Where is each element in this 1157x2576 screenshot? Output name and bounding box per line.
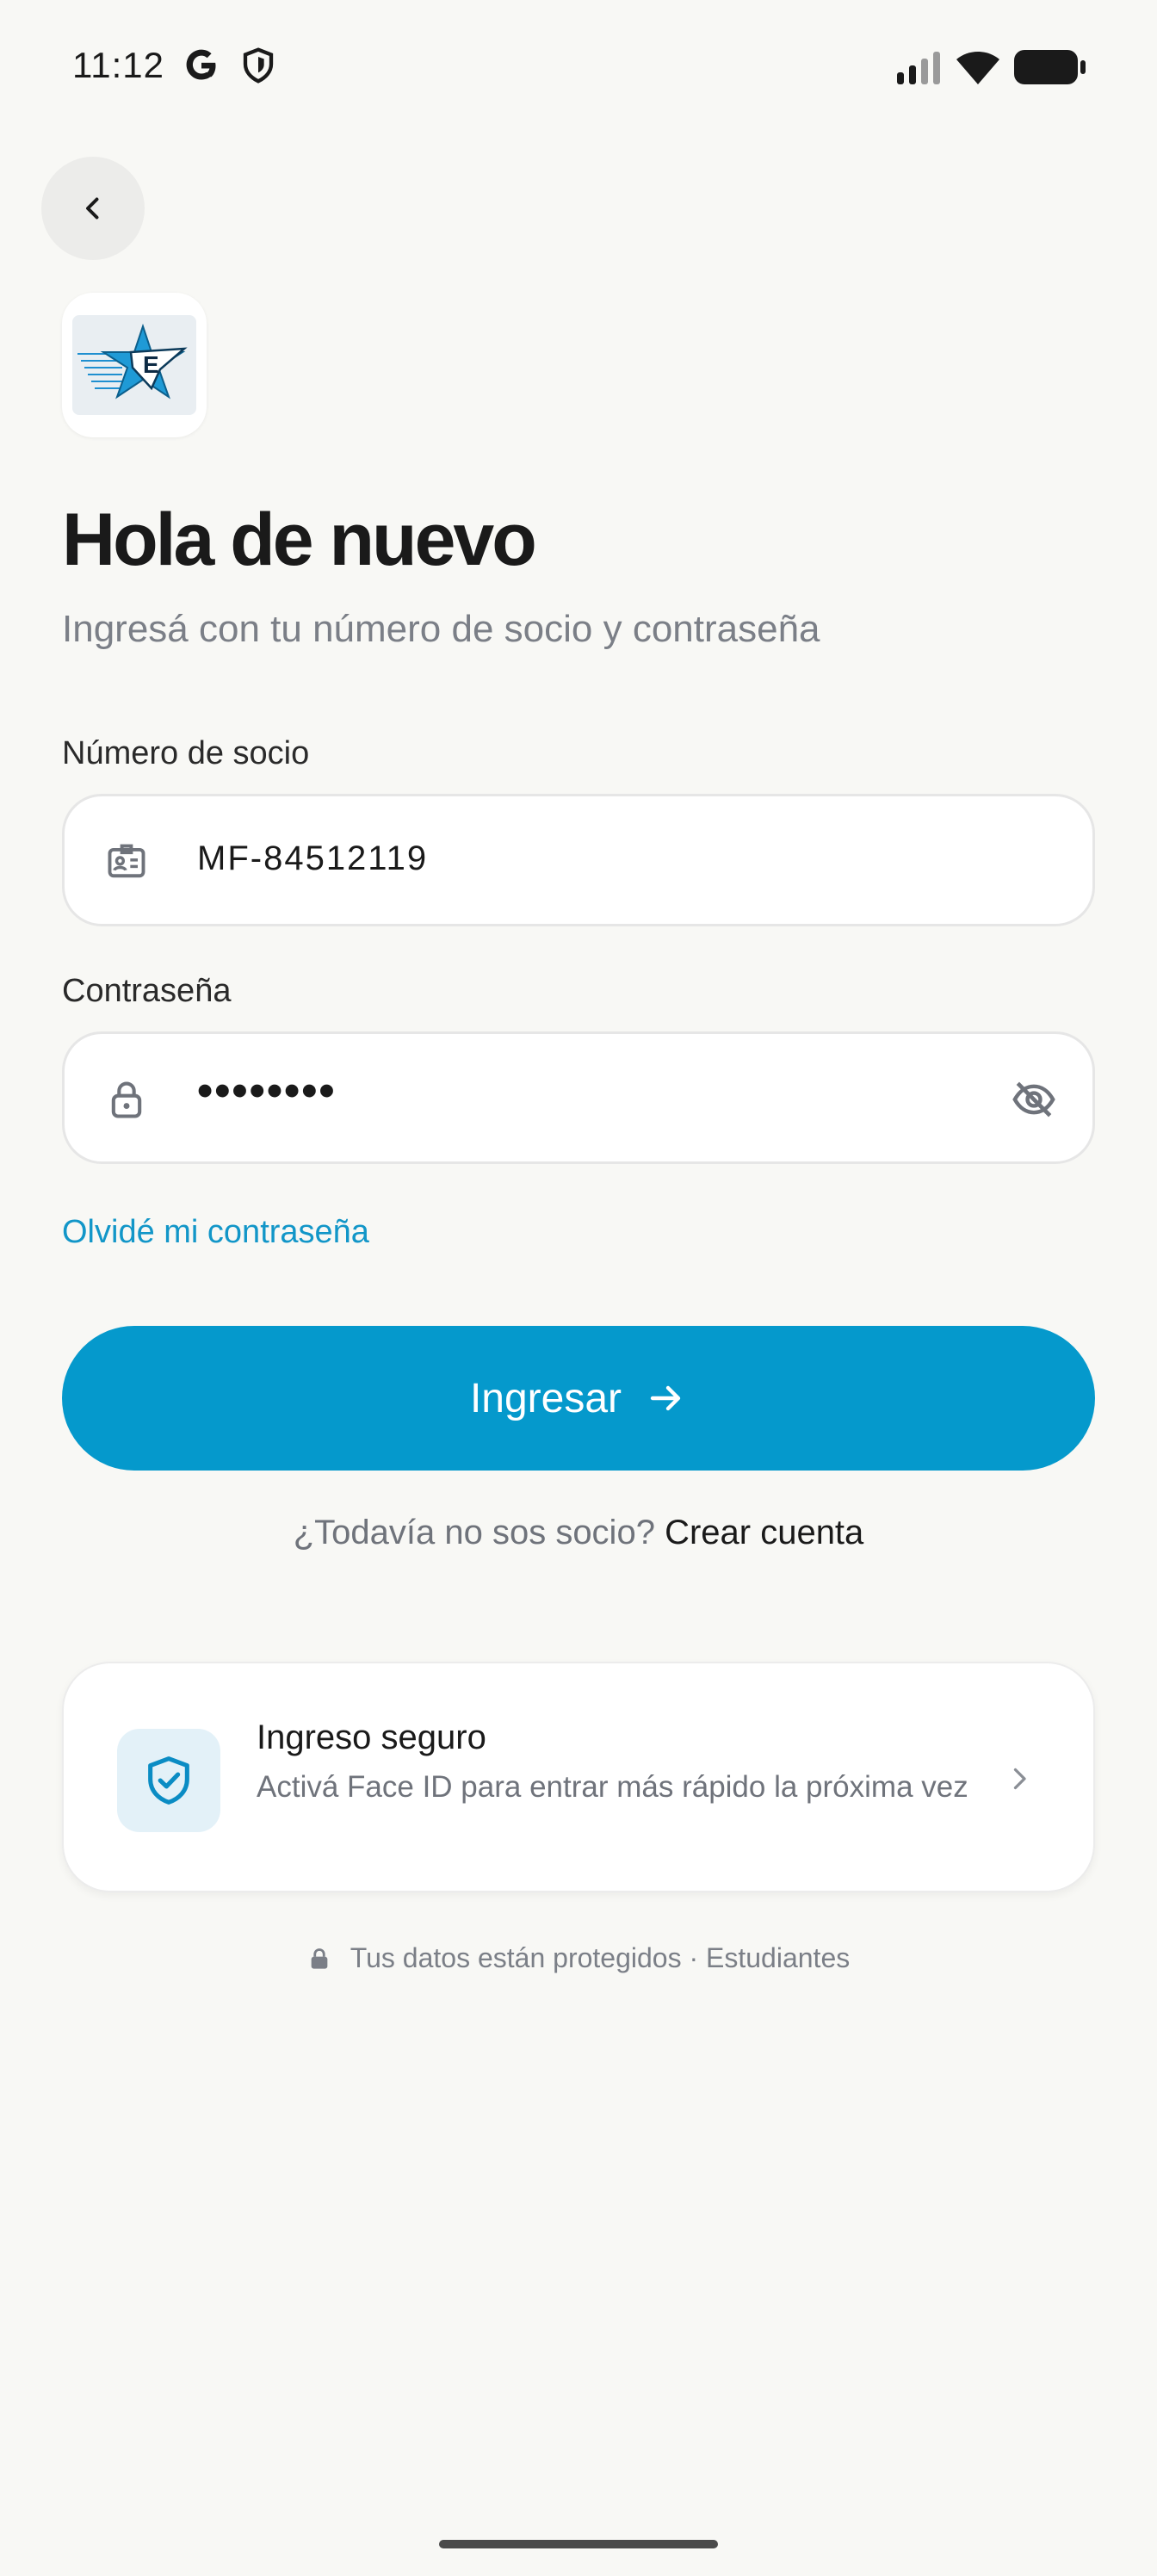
home-indicator[interactable] bbox=[439, 2540, 718, 2548]
status-bar: 11:12 bbox=[0, 0, 1157, 129]
security-footer: Tus datos están protegidos · Estudiantes bbox=[0, 1942, 1157, 1974]
logo-letter: E bbox=[143, 351, 159, 378]
security-note: Tus datos están protegidos · Estudiantes bbox=[350, 1942, 851, 1973]
eye-off-icon[interactable] bbox=[1010, 1075, 1058, 1124]
chevron-right-icon bbox=[1013, 1768, 1026, 1790]
password-label: Contraseña bbox=[62, 973, 232, 1009]
status-time: 11:12 bbox=[72, 45, 164, 85]
app-logo: E bbox=[62, 293, 207, 437]
signup-row: ¿Todavía no sos socio? Crear cuenta bbox=[0, 1514, 1157, 1552]
create-account-link[interactable]: Crear cuenta bbox=[665, 1514, 863, 1551]
login-button[interactable]: Ingresar bbox=[62, 1326, 1095, 1471]
forgot-password-link[interactable]: Olvidé mi contraseña bbox=[62, 1214, 369, 1251]
id-card-icon bbox=[108, 844, 145, 878]
wifi-icon bbox=[956, 52, 999, 84]
login-button-label: Ingresar bbox=[469, 1375, 622, 1421]
login-screen: 11:12 E Hola de nuevo Ingresá con tu núm… bbox=[0, 0, 1157, 2576]
lock-icon bbox=[111, 1081, 142, 1118]
signal-icon bbox=[897, 52, 940, 84]
google-icon bbox=[186, 49, 216, 80]
chevron-left-icon bbox=[86, 197, 99, 220]
star-logo-icon: E bbox=[77, 323, 188, 399]
battery-icon bbox=[1014, 50, 1086, 84]
shield-icon bbox=[243, 47, 274, 84]
password-value: •••••••• bbox=[197, 1066, 337, 1116]
lock-icon bbox=[311, 1947, 328, 1969]
password-field[interactable]: •••••••• bbox=[62, 1031, 1095, 1164]
member-number-value: MF-84512119 bbox=[197, 839, 429, 877]
secure-login-card[interactable]: Ingreso seguro Activá Face ID para entra… bbox=[62, 1662, 1095, 1892]
back-button[interactable] bbox=[41, 157, 145, 260]
arrow-right-icon bbox=[650, 1385, 681, 1411]
secure-icon-container bbox=[117, 1729, 220, 1832]
secure-card-title: Ingreso seguro bbox=[257, 1718, 486, 1756]
shield-check-icon bbox=[148, 1756, 189, 1805]
page-title: Hola de nuevo bbox=[62, 498, 537, 581]
signup-prompt: ¿Todavía no sos socio? bbox=[293, 1514, 655, 1551]
secure-card-description: Activá Face ID para entrar más rápido la… bbox=[257, 1770, 968, 1804]
member-number-label: Número de socio bbox=[62, 735, 310, 771]
member-number-field[interactable]: MF-84512119 bbox=[62, 794, 1095, 926]
page-subtitle: Ingresá con tu número de socio y contras… bbox=[62, 608, 820, 650]
